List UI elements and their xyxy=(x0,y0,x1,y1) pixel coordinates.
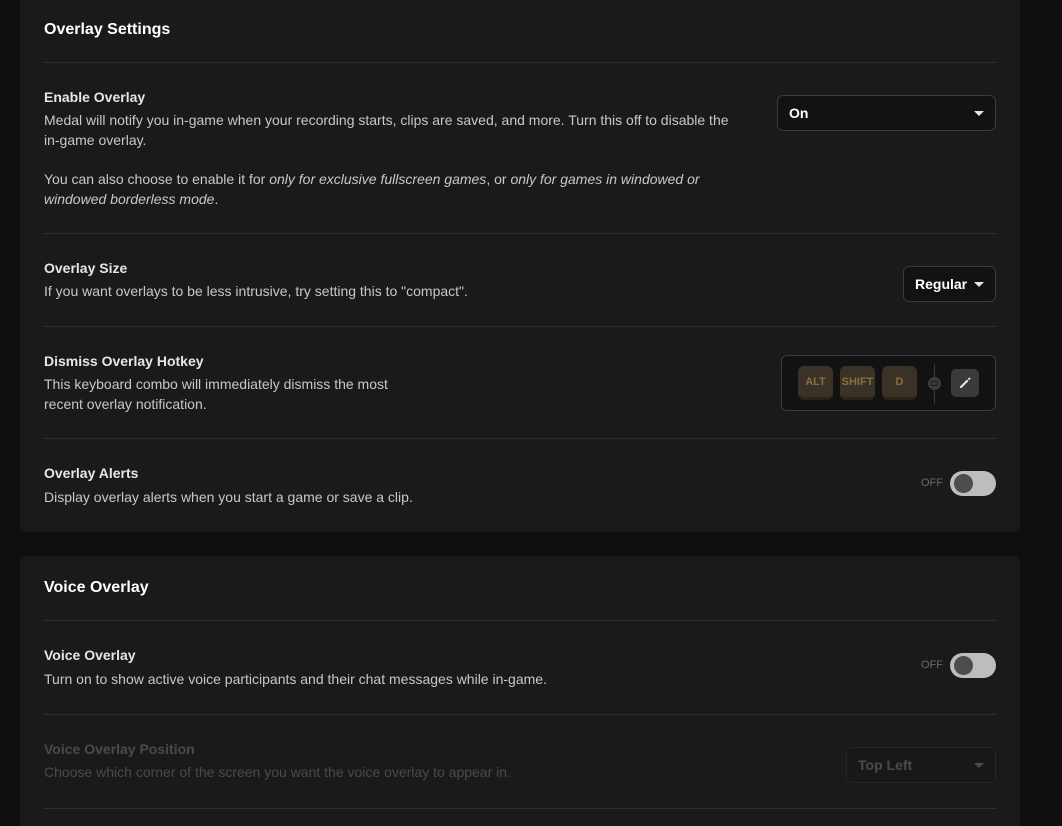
divider xyxy=(44,620,996,621)
toggle-knob xyxy=(954,656,973,675)
key-cap: D xyxy=(882,366,917,400)
chevron-down-icon xyxy=(974,763,984,768)
overlay-size-description: If you want overlays to be less intrusiv… xyxy=(44,283,468,299)
key-cap: ALT xyxy=(798,366,833,400)
voice-overlay-position-select-value: Top Left xyxy=(858,757,913,773)
overlay-settings-panel: Overlay Settings Enable Overlay Medal wi… xyxy=(20,0,1020,532)
chevron-down-icon xyxy=(974,282,984,287)
divider xyxy=(44,714,996,715)
dismiss-hotkey-description: This keyboard combo will immediately dis… xyxy=(44,376,388,412)
divider xyxy=(44,438,996,439)
enable-overlay-description: Medal will notify you in-game when your … xyxy=(44,112,729,148)
toggle-state-label: OFF xyxy=(921,477,943,489)
overlay-alerts-description: Display overlay alerts when you start a … xyxy=(44,489,413,505)
key-cap: SHIFT xyxy=(840,366,875,400)
dismiss-hotkey-title: Dismiss Overlay Hotkey xyxy=(44,353,204,369)
divider xyxy=(44,808,996,809)
enable-overlay-title: Enable Overlay xyxy=(44,89,146,105)
enable-overlay-select[interactable]: On xyxy=(777,95,996,131)
overlay-size-select[interactable]: Regular xyxy=(903,266,996,302)
voice-overlay-panel: Voice Overlay Voice Overlay Turn on to s… xyxy=(20,556,1020,826)
clear-hotkey-icon[interactable] xyxy=(928,377,941,390)
overlay-alerts-toggle[interactable] xyxy=(950,471,996,496)
voice-overlay-position-select[interactable]: Top Left xyxy=(846,747,996,783)
pencil-icon xyxy=(960,377,971,388)
toggle-state-label: OFF xyxy=(921,659,943,671)
overlay-size-select-value: Regular xyxy=(915,276,968,292)
hotkey-recorder[interactable]: ALT SHIFT D xyxy=(781,355,996,411)
chevron-down-icon xyxy=(974,111,984,116)
divider xyxy=(44,233,996,234)
enable-overlay-description-extra: You can also choose to enable it for onl… xyxy=(44,171,700,207)
divider xyxy=(44,326,996,327)
overlay-size-title: Overlay Size xyxy=(44,260,128,276)
edit-hotkey-button[interactable] xyxy=(951,369,979,397)
voice-overlay-position-description: Choose which corner of the screen you wa… xyxy=(44,764,511,780)
voice-overlay-description: Turn on to show active voice participant… xyxy=(44,671,547,687)
toggle-knob xyxy=(954,474,973,493)
divider xyxy=(44,62,996,63)
voice-overlay-position-title: Voice Overlay Position xyxy=(44,741,195,757)
panel-title: Voice Overlay xyxy=(44,579,149,596)
voice-overlay-toggle[interactable] xyxy=(950,653,996,678)
overlay-alerts-title: Overlay Alerts xyxy=(44,465,139,481)
enable-overlay-select-value: On xyxy=(789,105,809,121)
voice-overlay-title: Voice Overlay xyxy=(44,647,136,663)
panel-title: Overlay Settings xyxy=(44,21,171,38)
